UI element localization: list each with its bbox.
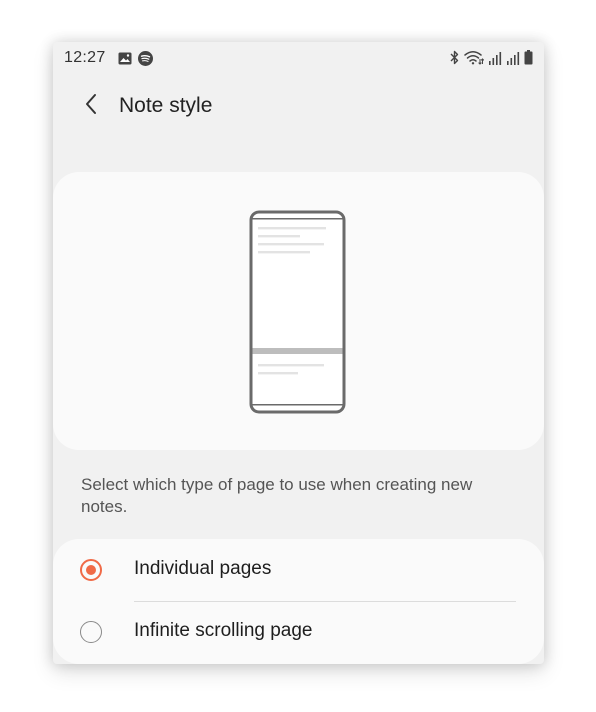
option-label: Individual pages xyxy=(134,558,272,579)
description-text: Select which type of page to use when cr… xyxy=(81,475,473,516)
radio-selected[interactable] xyxy=(80,559,102,581)
back-button[interactable] xyxy=(77,92,105,120)
app-bar: Note style xyxy=(53,86,544,128)
phone-screen: 12:27 Note style Select which type of pa… xyxy=(53,42,544,664)
options-card: Individual pages Infinite scrolling page xyxy=(53,539,544,664)
image-icon xyxy=(118,52,132,70)
status-left-icons xyxy=(118,51,153,71)
preview-card xyxy=(53,172,544,450)
signal-icon xyxy=(488,51,502,70)
battery-icon xyxy=(524,50,533,70)
radio-unselected[interactable] xyxy=(80,621,102,643)
status-time: 12:27 xyxy=(64,49,106,66)
phone-individual-pages-icon xyxy=(249,210,347,420)
status-right-icons xyxy=(449,50,533,70)
option-label: Infinite scrolling page xyxy=(134,620,313,641)
option-infinite-scrolling-page[interactable]: Infinite scrolling page xyxy=(53,601,544,663)
status-bar: 12:27 xyxy=(53,42,544,74)
chevron-left-icon xyxy=(84,93,98,120)
wifi-icon xyxy=(464,50,485,70)
bluetooth-icon xyxy=(449,50,460,70)
signal-icon xyxy=(506,51,520,70)
page-title: Note style xyxy=(119,94,213,117)
spotify-icon xyxy=(138,51,153,71)
option-individual-pages[interactable]: Individual pages xyxy=(53,539,544,602)
